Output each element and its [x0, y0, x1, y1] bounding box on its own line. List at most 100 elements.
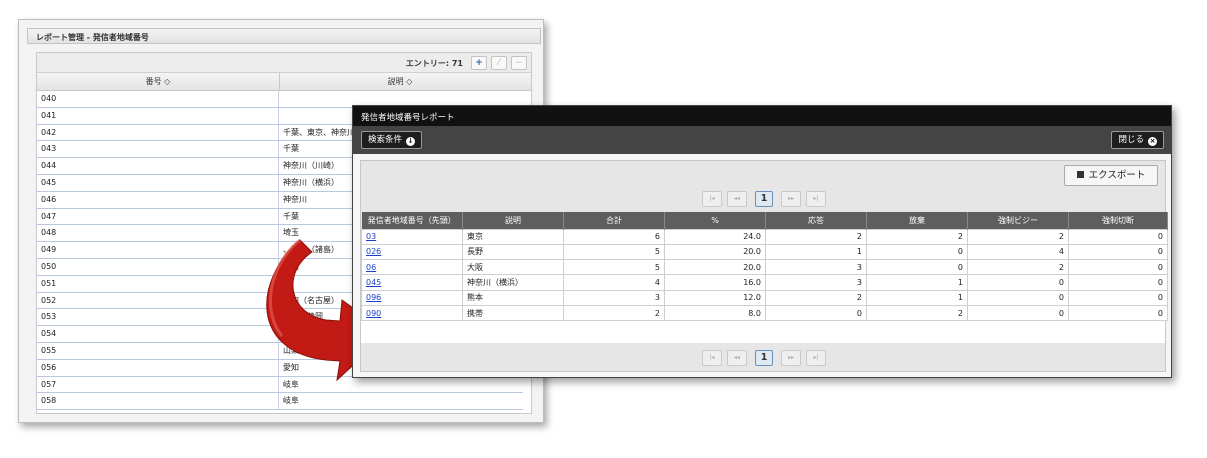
export-file-icon — [1076, 171, 1084, 178]
report-toolbar: 検索条件 ↓ 閉じる × — [353, 126, 1171, 154]
cell-forced-disconnect: 0 — [1068, 289, 1168, 306]
pager-last-button[interactable]: ▸| — [806, 191, 826, 207]
pager-prev-button[interactable]: ◂◂ — [727, 350, 747, 366]
cell-forced-disconnect: 0 — [1068, 274, 1168, 291]
pager-prev-button[interactable]: ◂◂ — [727, 191, 747, 207]
cell-code: 03 — [361, 228, 463, 245]
pager-current-page[interactable]: 1 — [755, 350, 773, 366]
cell-answered: 1 — [765, 243, 867, 261]
header-forced-busy: 強制ビジー — [967, 212, 1069, 229]
cell-abandoned: 0 — [866, 243, 968, 261]
close-label: 閉じる — [1118, 135, 1144, 145]
search-conditions-button[interactable]: 検索条件 ↓ — [361, 131, 423, 149]
cell-description: 神奈川（横浜） — [462, 274, 564, 291]
cell-total: 5 — [563, 259, 665, 276]
row-description: 神奈川（川崎） — [283, 161, 339, 171]
close-button[interactable]: 閉じる × — [1111, 131, 1164, 149]
table-row: 045 神奈川（横浜） 4 16.0 3 1 0 0 — [361, 274, 1168, 291]
report-panel: エクスポート |◂ ◂◂ 1 ▸▸ ▸| 発信者地域番号（先頭） 説明 合計 %… — [360, 160, 1168, 372]
table-row[interactable]: 057 岐阜 — [37, 376, 523, 394]
report-window: 発信者地域番号レポート 検索条件 ↓ 閉じる × エクスポート |◂ ◂◂ 1 ▸▸… — [352, 105, 1172, 378]
row-code: 049 — [37, 242, 279, 258]
table-row: 03 東京 6 24.0 2 2 2 0 — [361, 228, 1168, 245]
row-code: 050 — [37, 259, 279, 275]
row-description: 千葉 — [283, 144, 299, 154]
row-description: 山梨 — [283, 346, 299, 355]
row-description: 電話 — [283, 262, 299, 271]
cell-answered: 2 — [765, 228, 867, 245]
column-header-code[interactable]: 番号 ◇ — [37, 73, 280, 91]
cell-forced-busy: 0 — [967, 304, 1069, 322]
download-circle-icon: ↓ — [406, 137, 416, 146]
row-code: 046 — [37, 191, 279, 208]
report-blank-area — [361, 321, 1165, 343]
area-code-link[interactable]: 03 — [366, 232, 376, 241]
report-table-body: 03 東京 6 24.0 2 2 2 0 026 長野 5 20.0 1 0 4 0 06 大阪 5 20.0 3 0 2 0… — [361, 228, 1168, 322]
cell-abandoned: 1 — [866, 274, 968, 291]
cell-total: 6 — [563, 228, 665, 245]
area-code-link[interactable]: 026 — [366, 247, 381, 256]
bg-toolbar: エントリー: 71 + ⁄ − — [37, 53, 531, 73]
pager-last-button[interactable]: ▸| — [806, 350, 826, 366]
add-button[interactable]: + — [471, 56, 487, 70]
cell-description: 東京 — [462, 228, 564, 245]
pager-next-button[interactable]: ▸▸ — [781, 191, 801, 207]
area-code-link[interactable]: 045 — [366, 278, 381, 287]
cell-code: 096 — [361, 289, 463, 306]
header-answered: 応答 — [765, 212, 867, 229]
row-description: 、東京（諸島） — [283, 245, 339, 255]
edit-button[interactable]: ⁄ — [491, 56, 507, 70]
pager-first-button[interactable]: |◂ — [702, 191, 722, 207]
area-code-link[interactable]: 090 — [366, 309, 381, 318]
table-row[interactable]: 058 岐阜 — [37, 393, 523, 411]
cell-forced-busy: 0 — [967, 289, 1069, 306]
row-description: 岐阜 — [283, 379, 299, 389]
cell-forced-busy: 0 — [967, 274, 1069, 291]
report-window-title: 発信者地域番号レポート — [353, 106, 1171, 126]
row-description: 埼玉 — [283, 228, 299, 238]
cell-code: 090 — [361, 304, 463, 322]
cell-answered: 2 — [765, 289, 867, 306]
header-description: 説明 — [462, 212, 564, 229]
cell-percent: 12.0 — [664, 289, 766, 306]
row-code: 048 — [37, 225, 279, 242]
row-description: 愛知、静岡 — [283, 312, 323, 322]
pager-next-button[interactable]: ▸▸ — [781, 350, 801, 366]
header-percent: % — [664, 212, 766, 229]
row-code: 040 — [37, 91, 279, 107]
cell-forced-disconnect: 0 — [1068, 259, 1168, 276]
cell-forced-busy: 2 — [967, 259, 1069, 276]
header-abandoned: 放棄 — [866, 212, 968, 229]
area-code-link[interactable]: 096 — [366, 293, 381, 302]
row-code: 057 — [37, 376, 279, 393]
cell-abandoned: 1 — [866, 289, 968, 306]
pager-first-button[interactable]: |◂ — [702, 350, 722, 366]
cell-total: 4 — [563, 274, 665, 291]
header-code: 発信者地域番号（先頭） — [361, 212, 463, 229]
table-row: 090 携帯 2 8.0 0 2 0 0 — [361, 304, 1168, 322]
report-header-row: 発信者地域番号（先頭） 説明 合計 % 応答 放棄 強制ビジー 強制切断 — [361, 212, 1168, 229]
export-button[interactable]: エクスポート — [1064, 165, 1158, 186]
row-code: 047 — [37, 208, 279, 225]
row-code: 054 — [37, 326, 279, 342]
row-description: 愛知 — [283, 362, 299, 372]
table-row: 026 長野 5 20.0 1 0 4 0 — [361, 243, 1168, 261]
row-description: 岐阜 — [283, 396, 299, 406]
column-header-description[interactable]: 説明 ◇ — [280, 73, 520, 91]
report-table: 発信者地域番号（先頭） 説明 合計 % 応答 放棄 強制ビジー 強制切断 03 東… — [361, 212, 1168, 322]
row-code: 056 — [37, 359, 279, 376]
search-conditions-label: 検索条件 — [368, 135, 403, 145]
cell-percent: 20.0 — [664, 259, 766, 276]
remove-button[interactable]: − — [511, 56, 527, 70]
bg-grid-header: 番号 ◇ 説明 ◇ — [37, 73, 531, 91]
row-code: 053 — [37, 309, 279, 326]
cell-forced-disconnect: 0 — [1068, 228, 1168, 245]
pager-current-page[interactable]: 1 — [755, 191, 773, 207]
cell-description: 熊本 — [462, 289, 564, 306]
cell-description: 長野 — [462, 243, 564, 261]
row-code: 051 — [37, 275, 279, 292]
close-circle-icon: × — [1148, 137, 1157, 146]
area-code-link[interactable]: 06 — [366, 263, 376, 272]
cell-abandoned: 0 — [866, 259, 968, 276]
cell-abandoned: 2 — [866, 228, 968, 245]
